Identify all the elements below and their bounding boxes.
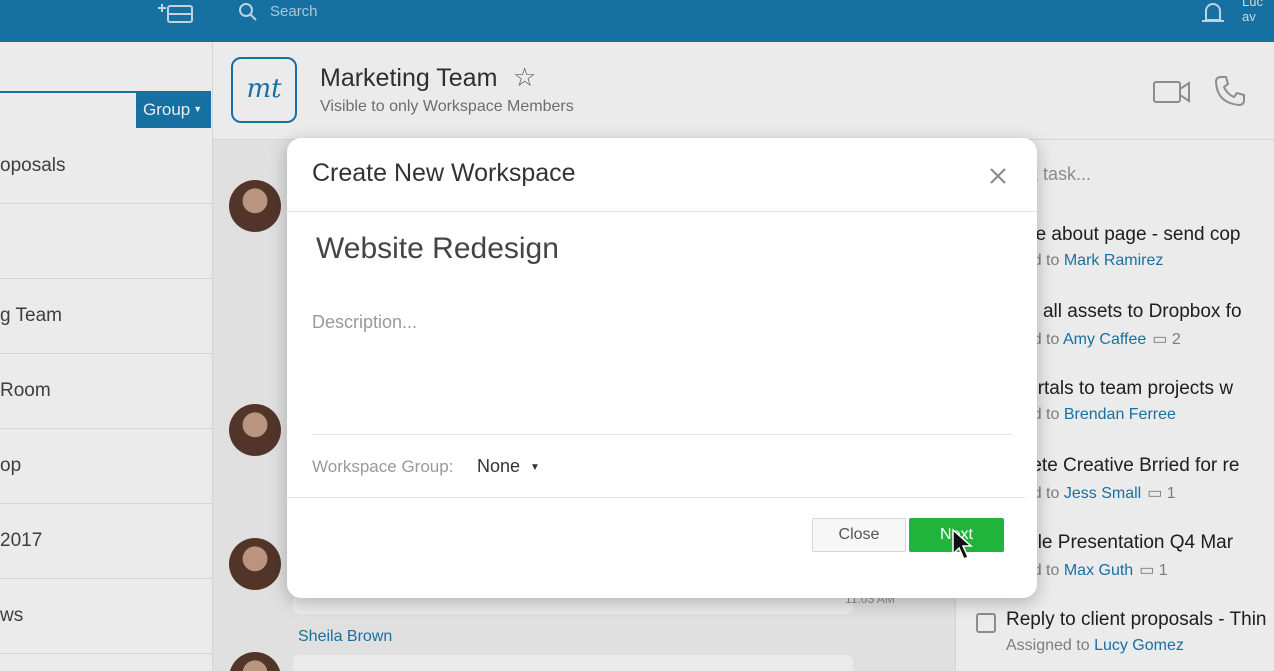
caret-down-icon: ▼ (530, 462, 540, 473)
create-workspace-dialog: Create New Workspace Website Redesign De… (287, 138, 1037, 598)
close-icon[interactable] (988, 166, 1008, 186)
mouse-cursor-icon (952, 528, 973, 561)
workspace-group-label: Workspace Group: (312, 457, 454, 476)
workspace-name-input[interactable]: Website Redesign (316, 232, 559, 266)
divider (312, 434, 1012, 435)
workspace-group-value: None (477, 456, 521, 476)
close-button[interactable]: Close (812, 518, 906, 552)
divider (287, 211, 1037, 212)
divider (287, 497, 1025, 498)
workspace-group-select[interactable]: None ▼ (477, 456, 540, 477)
description-input[interactable]: Description... (312, 312, 417, 333)
dialog-title: Create New Workspace (312, 159, 576, 187)
